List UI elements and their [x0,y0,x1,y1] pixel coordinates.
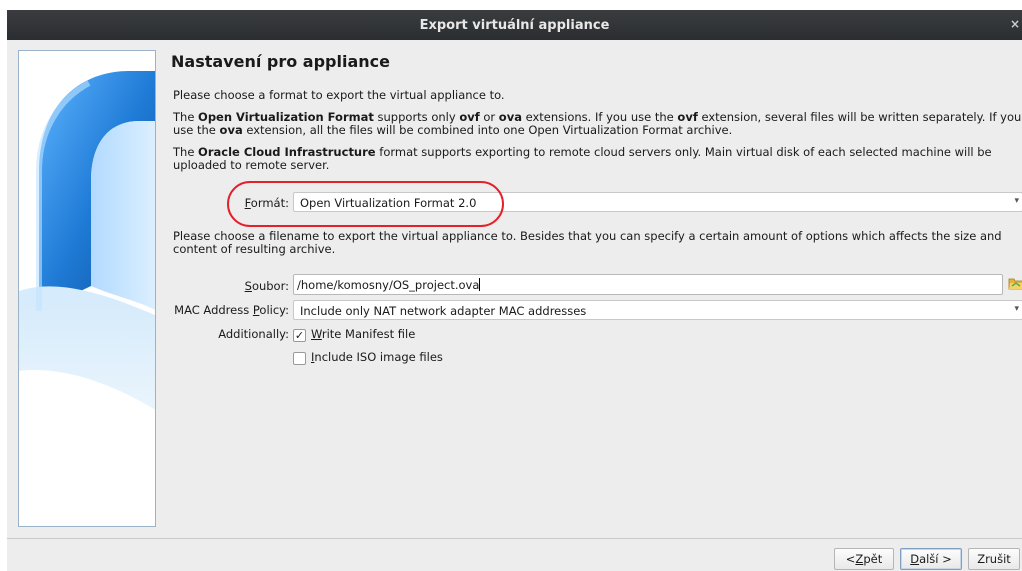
window-titlebar: Export virtuální appliance × [7,10,1022,40]
red-annotation-ellipse [227,181,504,227]
cancel-button[interactable]: Zrušit [968,548,1020,570]
iso-checkbox[interactable] [293,352,306,365]
mac-policy-label: MAC Address Policy: [174,303,289,317]
filename-hint: Please choose a filename to export the v… [173,229,1002,256]
file-path-input[interactable]: /home/komosny/OS_project.ova [293,274,1003,295]
close-icon[interactable]: × [1010,17,1020,31]
manifest-checkbox[interactable]: ✓ [293,329,306,342]
chevron-down-icon: ▾ [1014,304,1019,314]
wizard-side-image [18,50,156,527]
additionally-label: Additionally: [218,327,289,341]
ovf-description: The Open Virtualization Format supports … [173,110,1022,137]
page-title: Nastavení pro appliance [171,52,390,71]
footer-separator [7,538,1022,539]
virtualbox-arch-logo [19,71,155,526]
intro-text: Please choose a format to export the vir… [173,88,505,102]
folder-open-icon[interactable] [1008,274,1022,292]
back-button[interactable]: < Zpět [834,548,894,570]
mac-policy-select-value: Include only NAT network adapter MAC add… [300,304,587,318]
oci-description: The Oracle Cloud Infrastructure format s… [173,145,992,172]
chevron-down-icon: ▾ [1014,196,1019,206]
next-button[interactable]: Další > [900,548,962,570]
window-title: Export virtuální appliance [419,17,610,33]
dialog-body: Nastavení pro appliance Please choose a … [7,40,1022,571]
manifest-checkbox-label[interactable]: Write Manifest file [311,327,415,341]
mac-policy-select[interactable]: Include only NAT network adapter MAC add… [293,300,1022,320]
file-label: Soubor: [244,279,289,293]
iso-checkbox-label[interactable]: Include ISO image files [311,350,443,364]
